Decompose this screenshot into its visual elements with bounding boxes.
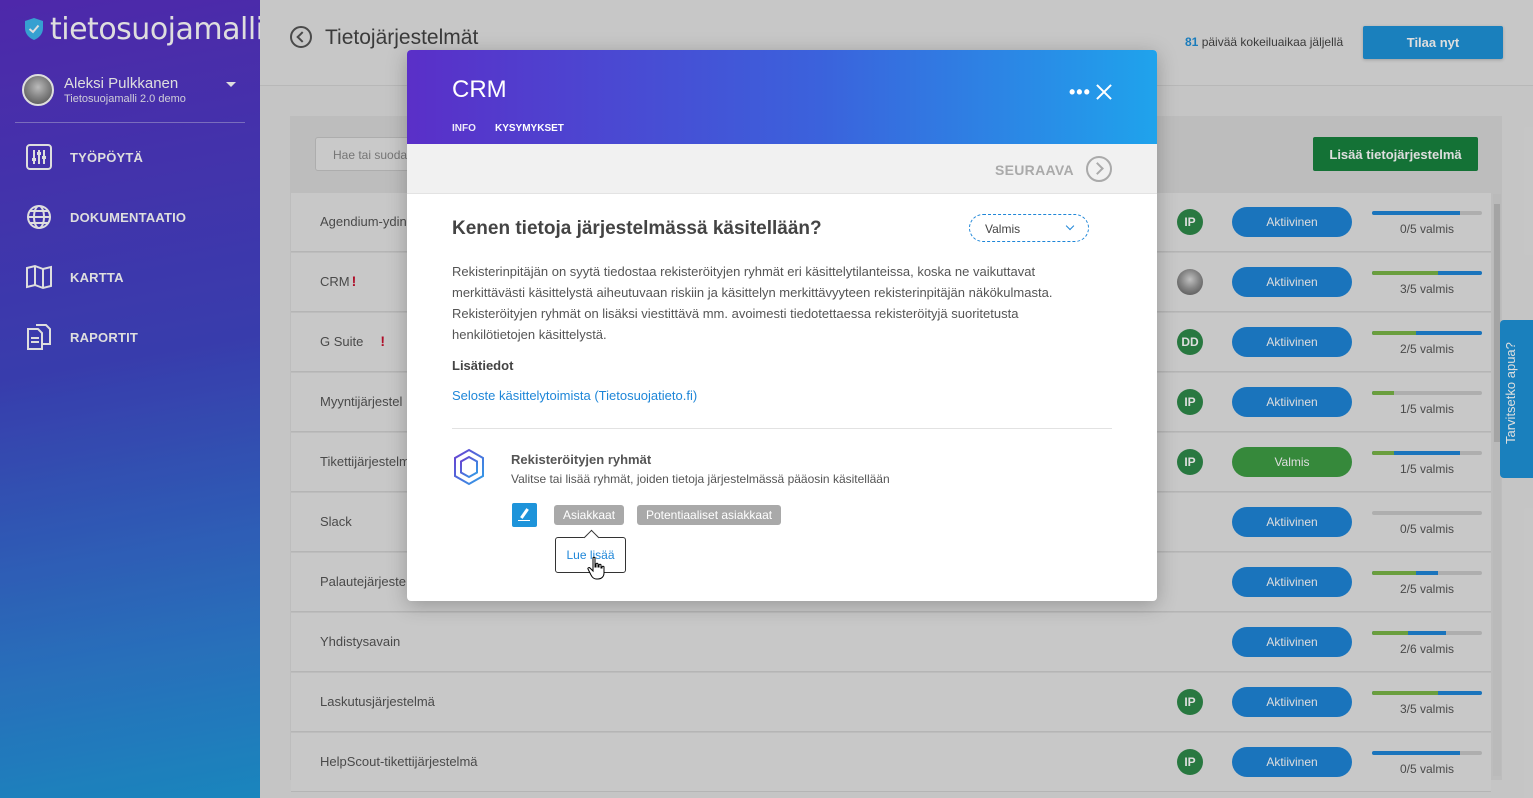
divider <box>452 428 1112 429</box>
question-description: Rekisterinpitäjän on syytä tiedostaa rek… <box>452 264 1053 342</box>
group-subtitle: Valitse tai lisää ryhmät, joiden tietoja… <box>511 472 890 486</box>
group-chip[interactable]: Potentiaaliset asiakkaat <box>637 505 782 525</box>
next-bar: SEURAAVA <box>407 144 1157 194</box>
group-title: Rekisteröityjen ryhmät <box>511 452 652 467</box>
group-chip[interactable]: Asiakkaat <box>554 505 625 525</box>
next-button-label[interactable]: SEURAAVA <box>995 162 1074 178</box>
modal-title: CRM <box>452 76 507 103</box>
close-icon[interactable] <box>1095 83 1113 101</box>
tab-questions[interactable]: KYSYMYKSET <box>495 123 564 134</box>
more-info-link[interactable]: Seloste käsittelytoimista (Tietosuojatie… <box>452 388 697 403</box>
modal-header: CRM ••• INFO KYSYMYKSET <box>407 50 1157 144</box>
more-options-icon[interactable]: ••• <box>1069 82 1091 103</box>
tab-info[interactable]: INFO <box>452 123 476 134</box>
edit-pencil-icon[interactable] <box>512 503 537 527</box>
more-info-title: Lisätiedot <box>452 358 514 373</box>
hand-pointer-icon <box>587 556 605 580</box>
state-select[interactable]: Valmis <box>969 214 1089 242</box>
system-modal: CRM ••• INFO KYSYMYKSET SEURAAVA Kenen t… <box>407 50 1157 601</box>
chevron-right-icon[interactable] <box>1086 156 1112 182</box>
hexagon-icon <box>454 448 484 486</box>
question-title: Kenen tietoja järjestelmässä käsitellään… <box>452 218 822 239</box>
